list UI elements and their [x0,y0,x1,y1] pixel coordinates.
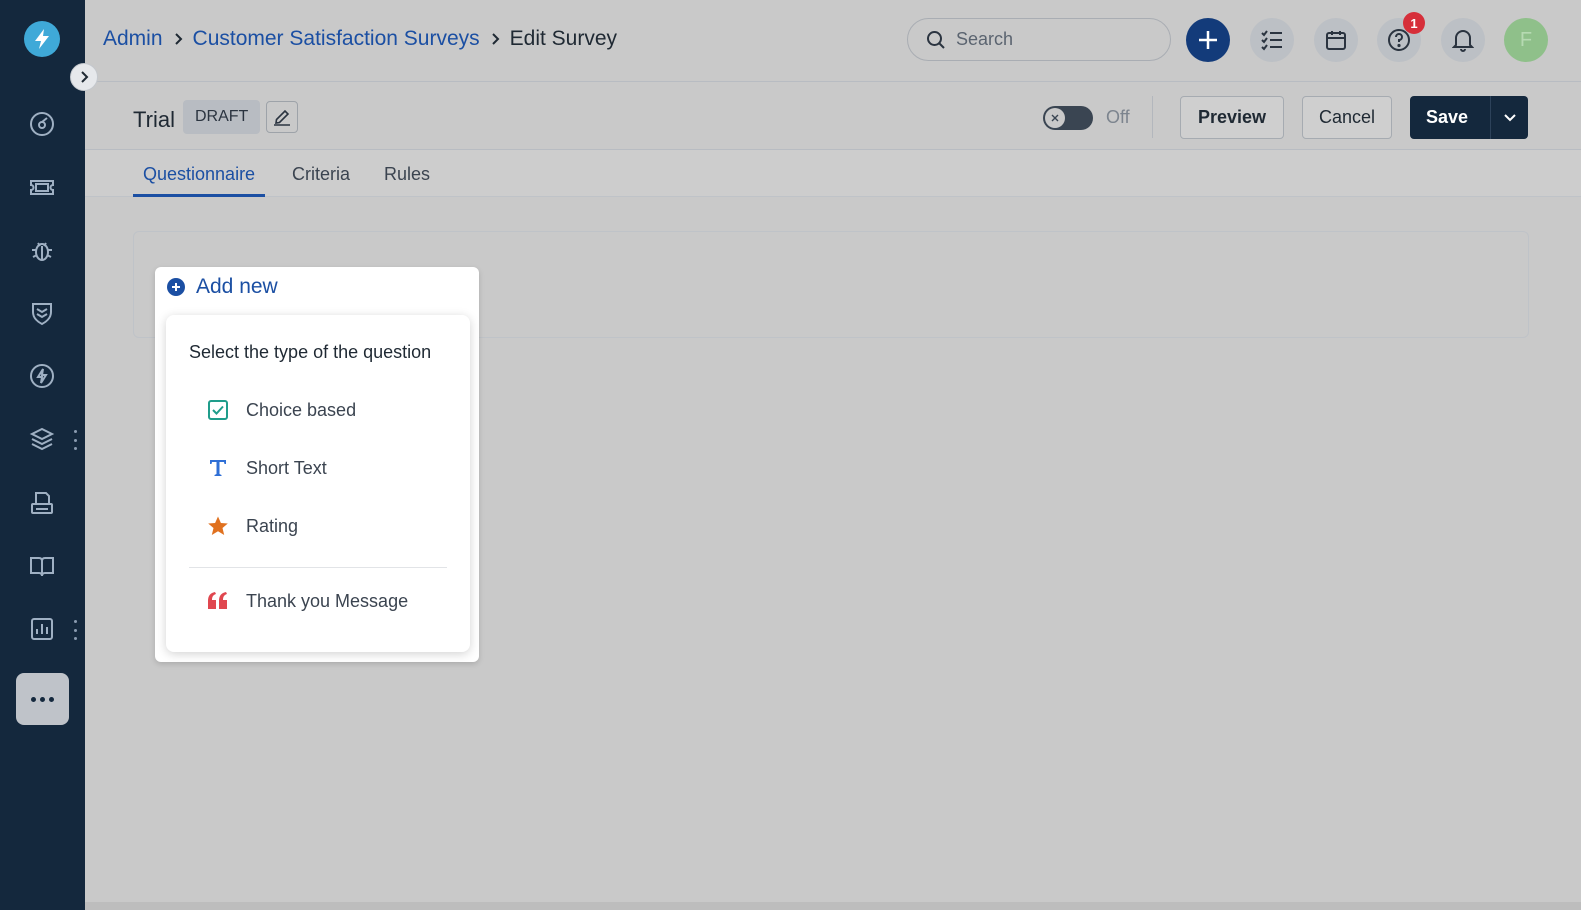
search-input[interactable] [956,29,1146,50]
option-label: Thank you Message [246,590,409,611]
chevron-right-icon [173,32,183,46]
sidebar [0,0,85,910]
toggle-state-label: Off [1106,107,1130,127]
plus-circle-icon [167,278,185,296]
add-new-popover: Add new Select the type of the question … [155,267,479,662]
option-choice-based[interactable]: Choice based [206,398,356,422]
help-badge: 1 [1403,12,1425,34]
status-badge: DRAFT [183,100,261,134]
checklist-icon [1261,30,1282,51]
search-icon [927,30,945,49]
star-icon [206,514,230,538]
layers-icon[interactable] [24,421,60,457]
menu-divider [189,567,447,568]
report-chart-icon[interactable] [24,611,60,647]
checklist-button[interactable] [1250,18,1294,62]
reports-more-dots-icon[interactable] [72,620,78,640]
edit-title-button[interactable] [266,101,298,133]
option-label: Choice based [246,399,357,420]
bolt-circle-icon[interactable] [24,358,60,394]
menu-title: Select the type of the question [189,342,432,362]
sidebar-expand-button[interactable] [70,63,98,91]
calendar-icon [1326,31,1346,50]
option-label: Rating [246,515,299,536]
survey-active-toggle[interactable] [1043,106,1093,130]
more-horizontal-icon[interactable] [16,673,69,725]
cancel-button[interactable]: Cancel [1302,96,1392,139]
save-options-button[interactable] [1490,96,1528,139]
shield-icon[interactable] [24,295,60,331]
question-type-menu: Select the type of the question Choice b… [166,315,470,652]
breadcrumb: Admin Customer Satisfaction Surveys Edit… [103,27,617,51]
top-bar: Admin Customer Satisfaction Surveys Edit… [85,0,1581,82]
add-new-button[interactable]: Add new [167,275,278,299]
survey-header: Trial DRAFT Off Preview Cancel Save [85,82,1581,150]
preview-button[interactable]: Preview [1180,96,1284,139]
chevron-down-icon [1503,113,1516,121]
checkbox-icon [206,398,230,422]
help-button[interactable]: 1 [1377,12,1425,62]
tab-questionnaire[interactable]: Questionnaire [133,164,266,197]
plus-icon [1199,31,1217,49]
tab-rules[interactable]: Rules [374,164,440,197]
bug-icon[interactable] [24,232,60,268]
chevron-right-icon [490,32,500,46]
tab-bar: Questionnaire Criteria Rules [85,150,1581,197]
horizontal-scrollbar[interactable] [85,902,1581,910]
survey-title: Trial [133,107,175,132]
bell-icon [1452,30,1474,52]
save-button-label: Save [1426,107,1469,127]
breadcrumb-current: Edit Survey [509,27,618,50]
avatar[interactable]: F [1504,18,1548,62]
text-t-icon [206,456,230,480]
divider [1152,96,1153,138]
add-new-label: Add new [196,275,278,298]
pencil-icon [274,109,290,126]
breadcrumb-surveys-link[interactable]: Customer Satisfaction Surveys [193,27,480,51]
book-icon[interactable] [24,548,60,584]
save-button[interactable]: Save [1410,96,1528,139]
chevron-right-icon [81,71,89,83]
option-rating[interactable]: Rating [206,514,298,538]
tab-criteria[interactable]: Criteria [282,164,360,197]
printer-icon[interactable] [24,485,60,521]
quote-icon [206,589,230,613]
layers-more-dots-icon[interactable] [72,430,78,450]
calendar-button[interactable] [1314,18,1358,62]
dashboard-icon[interactable] [24,106,60,142]
option-thank-you-message[interactable]: Thank you Message [206,589,408,613]
ticket-icon[interactable] [24,169,60,205]
option-label: Short Text [246,457,327,478]
toggle-off-icon [1045,108,1065,128]
add-button[interactable] [1186,18,1230,62]
option-short-text[interactable]: Short Text [206,456,327,480]
bolt-logo-icon[interactable] [24,21,60,57]
breadcrumb-admin-link[interactable]: Admin [103,27,163,51]
search-box[interactable] [907,18,1171,61]
notifications-button[interactable] [1441,18,1485,62]
